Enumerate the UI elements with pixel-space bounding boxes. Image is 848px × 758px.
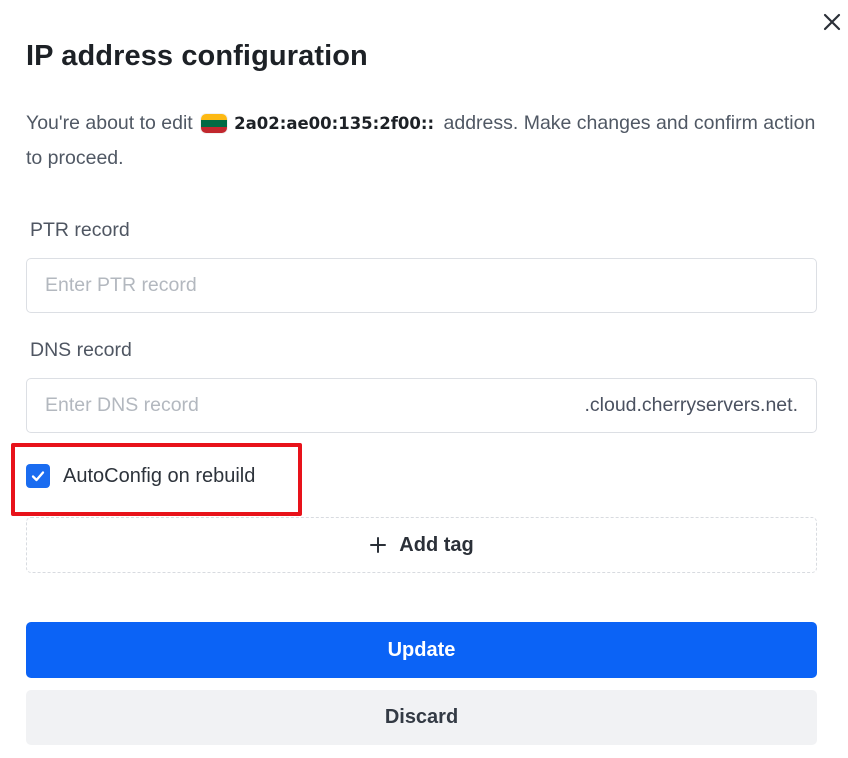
ip-address: 2a02:ae00:135:2f00:: bbox=[234, 114, 435, 133]
update-button[interactable]: Update bbox=[26, 622, 817, 678]
description-prefix: You're about to edit bbox=[26, 112, 193, 134]
add-tag-button[interactable]: Add tag bbox=[26, 517, 817, 573]
dns-record-field: .cloud.cherryservers.net. bbox=[26, 378, 817, 433]
ptr-record-input[interactable] bbox=[27, 259, 816, 312]
discard-label: Discard bbox=[384, 706, 459, 728]
dns-record-input[interactable] bbox=[27, 379, 585, 432]
check-icon bbox=[31, 471, 45, 482]
dialog-description: You're about to edit 2a02:ae00:135:2f00:… bbox=[26, 106, 816, 175]
update-label: Update bbox=[387, 638, 456, 661]
dialog-title: IP address configuration bbox=[26, 40, 368, 72]
ptr-record-label: PTR record bbox=[30, 219, 130, 241]
autoconfig-label: AutoConfig on rebuild bbox=[63, 464, 256, 487]
discard-button[interactable]: Discard bbox=[26, 690, 817, 745]
autoconfig-checkbox-row[interactable]: AutoConfig on rebuild bbox=[26, 464, 255, 488]
ptr-record-field bbox=[26, 258, 817, 313]
plus-icon bbox=[369, 536, 387, 554]
close-button[interactable] bbox=[818, 8, 846, 36]
lithuania-flag-icon bbox=[201, 114, 228, 133]
add-tag-label: Add tag bbox=[399, 533, 474, 556]
autoconfig-checkbox[interactable] bbox=[26, 464, 50, 488]
close-icon bbox=[823, 13, 841, 31]
dns-record-label: DNS record bbox=[30, 339, 132, 361]
ip-config-dialog: IP address configuration You're about to… bbox=[0, 0, 848, 758]
dns-suffix: .cloud.cherryservers.net. bbox=[584, 394, 798, 416]
